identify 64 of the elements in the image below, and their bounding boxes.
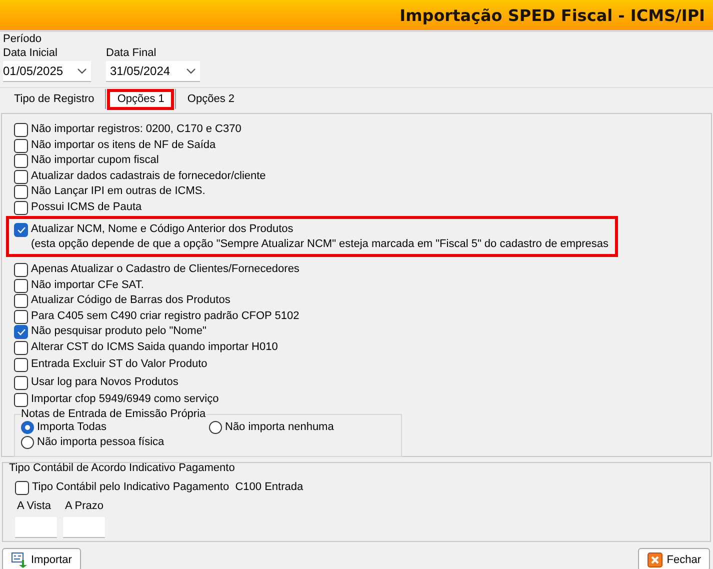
- option-label: Atualizar Código de Barras dos Produtos: [31, 293, 230, 308]
- option-label: Atualizar dados cadastrais de fornecedor/cliente: [31, 168, 266, 184]
- checkbox[interactable]: [14, 278, 28, 292]
- checkbox[interactable]: [14, 294, 28, 308]
- checkbox[interactable]: [14, 223, 28, 237]
- check-icon: [16, 226, 26, 234]
- radio-button[interactable]: [21, 436, 34, 448]
- option-note: (esta opção depende de que a opção "Sempre Atualizar NCM" esteja marcada em "Fiscal 5" do cadastro de empresas: [31, 237, 609, 252]
- close-icon: [646, 552, 663, 568]
- field-label: Data Inicial: [3, 47, 58, 59]
- option-label: Apenas Atualizar o Cadastro de Clientes/Fornecedores: [31, 262, 300, 277]
- option-label: Possui ICMS de Pauta: [31, 200, 142, 214]
- field-label: Data Final: [106, 47, 158, 59]
- radio-button[interactable]: [209, 420, 222, 434]
- option-label: Não importar registros: 0200, C170 e C370: [31, 122, 242, 137]
- caret-icon: [186, 68, 196, 74]
- option-label: Não importar CFe SAT.: [31, 278, 144, 292]
- close-button[interactable]: Fechar: [638, 548, 710, 569]
- option-label: Entrada Excluir ST do Valor Produto: [31, 357, 208, 372]
- option-label: Não importar os itens de NF de Saída: [31, 138, 216, 152]
- input-field[interactable]: [63, 516, 105, 538]
- input-field[interactable]: [15, 516, 57, 538]
- checkbox[interactable]: [14, 123, 28, 137]
- date-field[interactable]: 31/05/2024: [106, 61, 200, 82]
- radio-label: Não importa pessoa física: [37, 436, 164, 448]
- option-label: Atualizar NCM, Nome e Código Anterior dos Produtos: [31, 222, 294, 237]
- field-label: A Vista: [16, 500, 52, 512]
- checkbox[interactable]: [14, 185, 28, 199]
- checkbox[interactable]: [14, 138, 28, 152]
- date-field[interactable]: 01/05/2025: [3, 61, 91, 82]
- checkbox[interactable]: [14, 358, 28, 372]
- document-arrow-icon: [11, 552, 27, 568]
- option-label: Não Lançar IPI em outras de ICMS.: [31, 184, 206, 199]
- option-label: Usar log para Novos Produtos: [31, 374, 178, 390]
- tab[interactable]: Tipo de Registro: [5, 90, 104, 108]
- option-label: Tipo Contábil pelo Indicativo Pagamento C100 Entrada: [32, 480, 304, 495]
- radio-label: Não importa nenhuma: [225, 421, 334, 433]
- checkbox[interactable]: [14, 393, 28, 407]
- checkbox[interactable]: [14, 200, 28, 214]
- checkbox[interactable]: [15, 481, 29, 495]
- option-label: Não importar cupom fiscal: [31, 153, 159, 168]
- checkbox[interactable]: [14, 310, 28, 324]
- field-label: A Prazo: [64, 500, 105, 512]
- tab[interactable]: Opções 1: [108, 90, 174, 108]
- caret-icon: [77, 68, 87, 74]
- group-label: Tipo Contábil de Acordo Indicativo Pagamento: [9, 462, 235, 475]
- radio-button[interactable]: [21, 420, 34, 434]
- section-label: Período: [3, 33, 42, 46]
- checkbox[interactable]: [14, 376, 28, 390]
- option-label: Alterar CST do ICMS Saida quando importar H010: [31, 340, 278, 354]
- radio-label: Importa Todas: [37, 421, 107, 433]
- option-label: Importar cfop 5949/6949 como serviço: [31, 392, 219, 407]
- import-button[interactable]: Importar: [2, 548, 81, 569]
- tab[interactable]: Opções 2: [178, 90, 244, 108]
- checkbox[interactable]: [14, 325, 28, 339]
- check-icon: [16, 328, 26, 336]
- checkbox[interactable]: [14, 170, 28, 184]
- checkbox[interactable]: [14, 154, 28, 168]
- option-label: Para C405 sem C490 criar registro padrão CFOP 5102: [31, 308, 300, 324]
- checkbox[interactable]: [14, 340, 28, 354]
- checkbox[interactable]: [14, 263, 28, 277]
- window-title: Importação SPED Fiscal - ICMS/IPI: [400, 6, 705, 24]
- group-label: Notas de Entrada de Emissão Própria: [21, 408, 206, 420]
- option-label: Não pesquisar produto pelo "Nome": [31, 324, 206, 339]
